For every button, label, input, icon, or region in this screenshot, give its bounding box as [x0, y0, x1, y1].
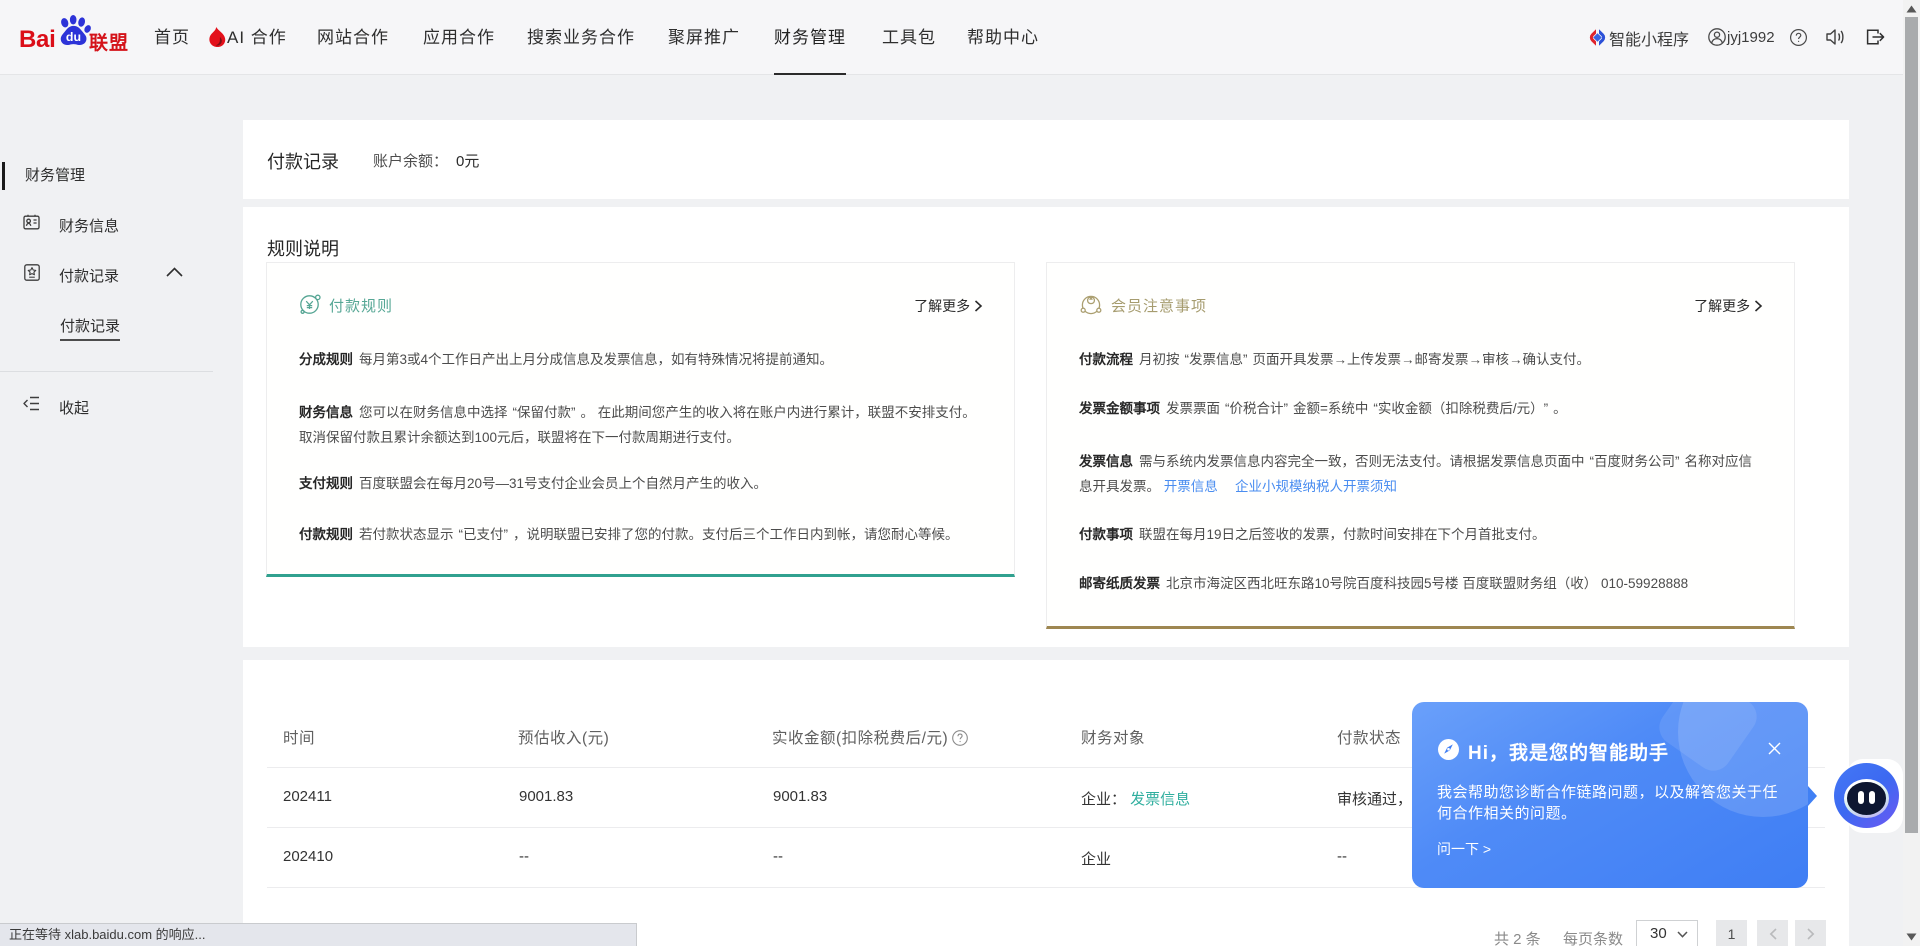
svg-text:du: du: [66, 30, 81, 44]
